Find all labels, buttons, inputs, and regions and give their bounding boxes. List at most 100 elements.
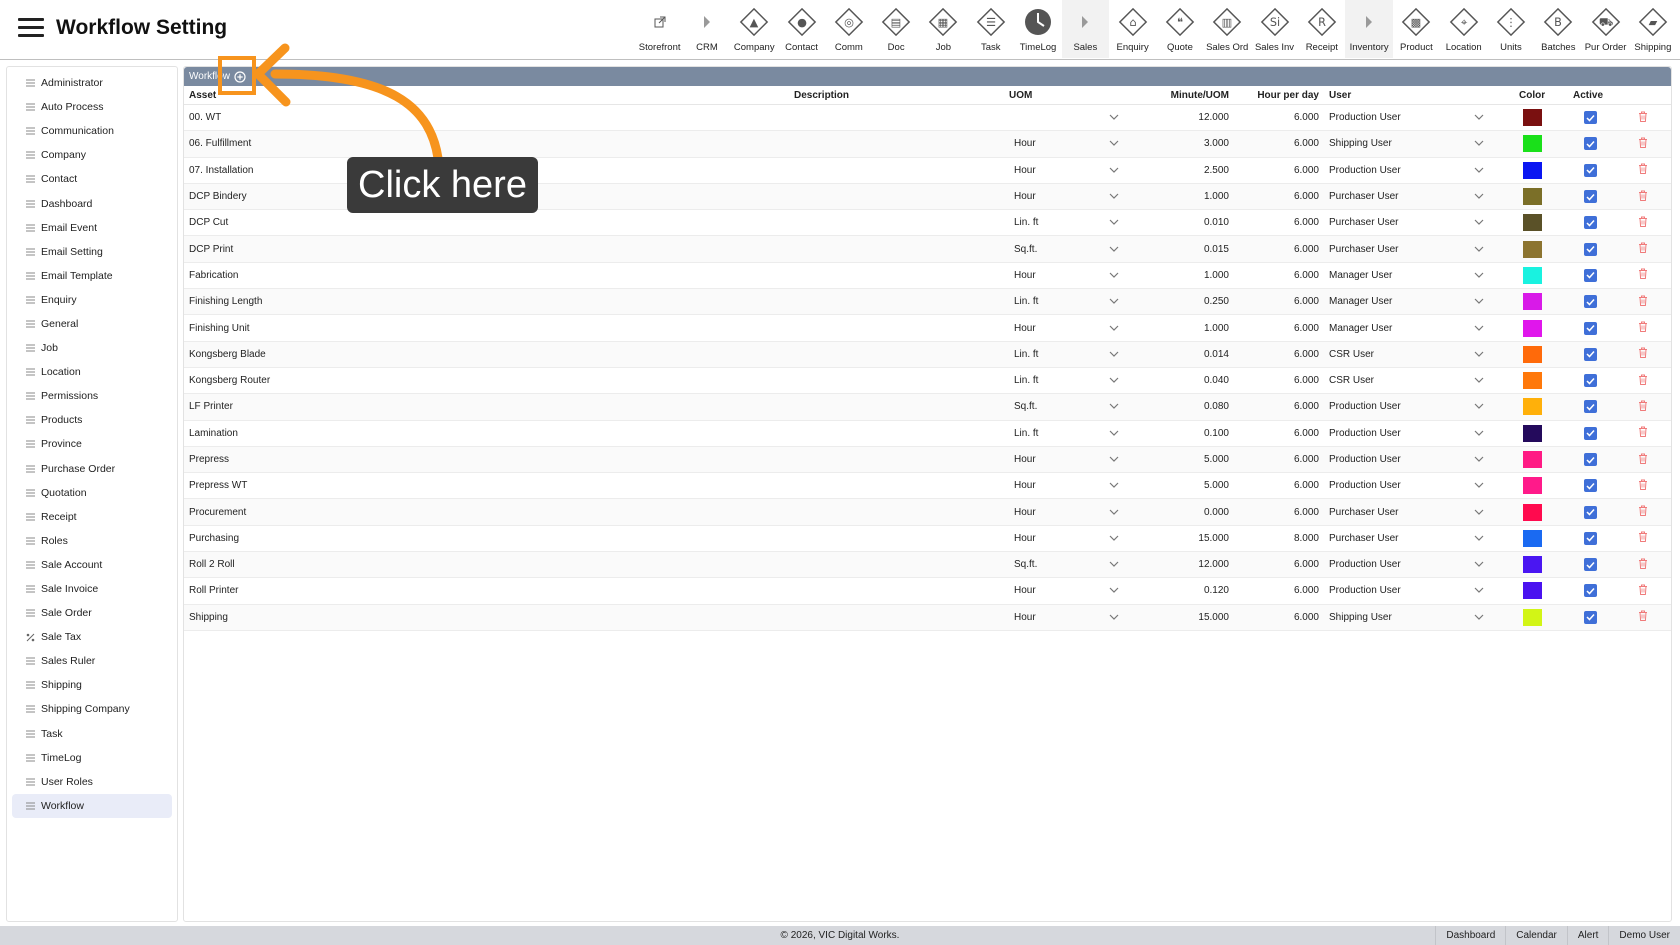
description-cell[interactable] — [794, 472, 974, 500]
uom-select[interactable]: Hour — [974, 577, 1124, 605]
user-select[interactable]: CSR User — [1324, 341, 1519, 368]
description-cell[interactable] — [794, 288, 974, 316]
nav-company[interactable]: ▲ Company — [731, 0, 778, 58]
trash-icon[interactable] — [1638, 268, 1648, 282]
chevron-down-icon[interactable] — [1109, 191, 1119, 202]
sidebar-item-email-setting[interactable]: Email Setting — [12, 240, 172, 264]
table-row[interactable]: Roll Printer Hour 0.120 6.000 Production Use… — [184, 577, 1671, 605]
hour-per-day-cell[interactable]: 6.000 — [1234, 604, 1324, 631]
chevron-down-icon[interactable] — [1474, 507, 1484, 518]
active-checkbox[interactable] — [1584, 321, 1597, 335]
table-row[interactable]: Kongsberg Router Lin. ft 0.040 6.000 CSR Use… — [184, 367, 1671, 395]
asset-cell[interactable]: Shipping — [184, 604, 794, 631]
chevron-down-icon[interactable] — [1109, 454, 1119, 465]
sidebar-item-communication[interactable]: Communication — [12, 119, 172, 143]
hour-per-day-cell[interactable]: 6.000 — [1234, 577, 1324, 605]
description-cell[interactable] — [794, 551, 974, 579]
trash-icon[interactable] — [1638, 479, 1648, 493]
chevron-down-icon[interactable] — [1474, 559, 1484, 570]
color-swatch[interactable] — [1523, 556, 1542, 574]
table-row[interactable]: Fabrication Hour 1.000 6.000 Manager User — [184, 262, 1671, 290]
chevron-down-icon[interactable] — [1109, 112, 1119, 123]
color-cell[interactable] — [1519, 104, 1561, 132]
minute-uom-cell[interactable]: 0.015 — [1124, 235, 1234, 263]
active-checkbox[interactable] — [1584, 216, 1597, 230]
hour-per-day-cell[interactable]: 6.000 — [1234, 551, 1324, 579]
chevron-down-icon[interactable] — [1109, 480, 1119, 491]
description-cell[interactable] — [794, 262, 974, 290]
chevron-down-icon[interactable] — [1109, 349, 1119, 360]
trash-icon[interactable] — [1638, 111, 1648, 125]
minute-uom-cell[interactable]: 1.000 — [1124, 262, 1234, 290]
chevron-down-icon[interactable] — [1474, 138, 1484, 149]
hour-per-day-cell[interactable]: 6.000 — [1234, 235, 1324, 263]
description-cell[interactable] — [794, 498, 974, 526]
sidebar-item-province[interactable]: Province — [12, 432, 172, 456]
hour-per-day-cell[interactable]: 6.000 — [1234, 498, 1324, 526]
chevron-down-icon[interactable] — [1474, 323, 1484, 334]
user-select[interactable]: Purchaser User — [1324, 235, 1519, 263]
hour-per-day-cell[interactable]: 6.000 — [1234, 104, 1324, 132]
description-cell[interactable] — [794, 577, 974, 605]
trash-icon[interactable] — [1638, 584, 1648, 598]
chevron-down-icon[interactable] — [1109, 138, 1119, 149]
user-select[interactable]: Manager User — [1324, 262, 1519, 290]
active-checkbox[interactable] — [1584, 479, 1597, 493]
minute-uom-cell[interactable]: 5.000 — [1124, 446, 1234, 474]
description-cell[interactable] — [794, 420, 974, 447]
active-checkbox[interactable] — [1584, 400, 1597, 414]
sidebar-item-task[interactable]: Task — [12, 722, 172, 746]
active-checkbox[interactable] — [1584, 295, 1597, 309]
asset-cell[interactable]: Kongsberg Router — [184, 367, 794, 395]
chevron-down-icon[interactable] — [1109, 244, 1119, 255]
user-select[interactable]: Shipping User — [1324, 604, 1519, 631]
minute-uom-cell[interactable]: 0.100 — [1124, 420, 1234, 447]
trash-icon[interactable] — [1638, 453, 1648, 467]
minute-uom-cell[interactable]: 1.000 — [1124, 314, 1234, 342]
trash-icon[interactable] — [1638, 426, 1648, 440]
chevron-down-icon[interactable] — [1474, 296, 1484, 307]
color-swatch[interactable] — [1523, 161, 1542, 179]
chevron-down-icon[interactable] — [1474, 480, 1484, 491]
chevron-down-icon[interactable] — [1109, 507, 1119, 518]
trash-icon[interactable] — [1638, 347, 1648, 361]
nav-receipt[interactable]: R Receipt — [1298, 0, 1345, 58]
uom-select[interactable]: Hour — [974, 446, 1124, 474]
color-cell[interactable] — [1519, 472, 1561, 500]
asset-cell[interactable]: Prepress WT — [184, 472, 794, 500]
table-row[interactable]: Prepress Hour 5.000 6.000 Production User — [184, 446, 1671, 474]
uom-select[interactable]: Sq.ft. — [974, 551, 1124, 579]
chevron-down-icon[interactable] — [1109, 533, 1119, 544]
hour-per-day-cell[interactable]: 6.000 — [1234, 446, 1324, 474]
uom-select[interactable] — [974, 104, 1124, 132]
asset-cell[interactable]: Kongsberg Blade — [184, 341, 794, 368]
trash-icon[interactable] — [1638, 610, 1648, 624]
nav-storefront[interactable]: Storefront — [636, 0, 683, 58]
sidebar-item-email-template[interactable]: Email Template — [12, 264, 172, 288]
description-cell[interactable] — [794, 393, 974, 421]
sidebar-item-sale-tax[interactable]: Sale Tax — [12, 625, 172, 649]
color-swatch[interactable] — [1523, 451, 1542, 468]
nav-shipping[interactable]: ▰ Shipping — [1629, 0, 1676, 58]
footer-link-calendar[interactable]: Calendar — [1505, 926, 1567, 945]
chevron-down-icon[interactable] — [1474, 375, 1484, 386]
active-checkbox[interactable] — [1584, 426, 1597, 440]
minute-uom-cell[interactable]: 5.000 — [1124, 472, 1234, 500]
hamburger-menu-icon[interactable] — [18, 18, 44, 38]
active-checkbox[interactable] — [1584, 584, 1597, 598]
nav-quote[interactable]: ❝ Quote — [1156, 0, 1203, 58]
chevron-down-icon[interactable] — [1474, 428, 1484, 439]
asset-cell[interactable]: LF Printer — [184, 393, 794, 421]
uom-select[interactable]: Hour — [974, 183, 1124, 211]
color-cell[interactable] — [1519, 314, 1561, 342]
nav-batches[interactable]: B Batches — [1535, 0, 1582, 58]
sidebar-item-workflow[interactable]: Workflow — [12, 793, 172, 818]
chevron-down-icon[interactable] — [1109, 217, 1119, 228]
color-swatch[interactable] — [1523, 372, 1542, 390]
trash-icon[interactable] — [1638, 505, 1648, 519]
minute-uom-cell[interactable]: 0.000 — [1124, 498, 1234, 526]
nav-enquiry[interactable]: ⌂ Enquiry — [1109, 0, 1156, 58]
sidebar-item-contact[interactable]: Contact — [12, 167, 172, 191]
description-cell[interactable] — [794, 314, 974, 342]
color-cell[interactable] — [1519, 262, 1561, 290]
